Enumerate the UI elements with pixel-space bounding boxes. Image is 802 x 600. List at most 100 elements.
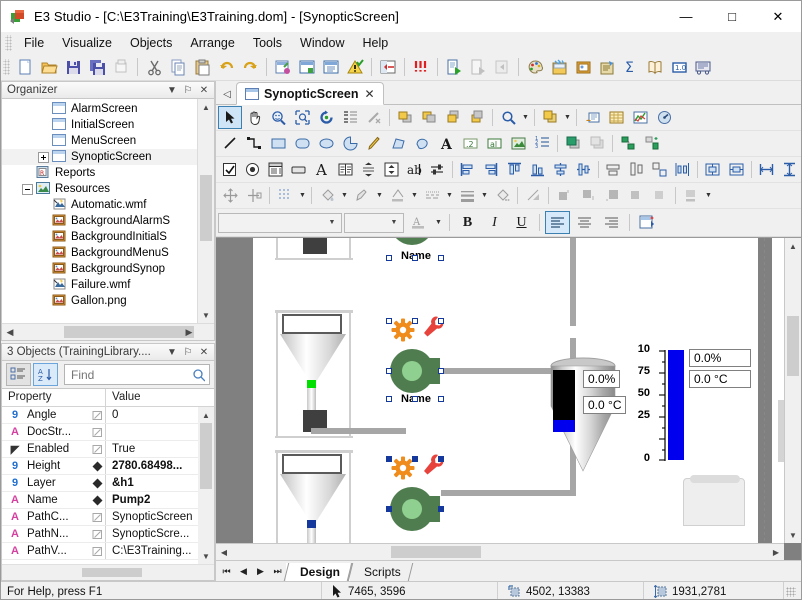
organizer-tree[interactable]: AlarmScreenInitialScreenMenuScreenSynopt… — [2, 99, 197, 323]
canvas-scroll-right-button[interactable]: ▶ — [768, 544, 784, 560]
selection-handle[interactable] — [386, 396, 392, 402]
brush-color-dropdown-icon[interactable]: ▼ — [374, 184, 385, 207]
tab-synopticscreen[interactable]: SynopticScreen ✕ — [236, 82, 384, 105]
menu-arrange[interactable]: Arrange — [181, 34, 243, 52]
italic-button[interactable]: I — [482, 211, 507, 234]
save-icon[interactable] — [61, 56, 85, 79]
text-tool-icon[interactable]: A — [311, 158, 334, 181]
canvas-scroll-down-button[interactable]: ▼ — [785, 527, 801, 543]
border-icon[interactable] — [600, 184, 624, 207]
transparency-icon[interactable] — [521, 184, 545, 207]
property-row[interactable]: APathN...SynopticScre... — [2, 526, 198, 543]
insert-object-icon[interactable] — [271, 56, 295, 79]
polyline-icon[interactable] — [242, 132, 266, 155]
menu-drag-grip[interactable] — [5, 35, 12, 51]
properties-horizontal-scrollbar[interactable] — [2, 564, 214, 580]
properties-find-input[interactable] — [69, 367, 192, 383]
text-box-icon[interactable]: al — [482, 132, 506, 155]
tree-item-menuscreen[interactable]: MenuScreen — [2, 133, 197, 149]
font-size-dropdown-icon[interactable]: ▼ — [387, 219, 401, 226]
line-style-dropdown-icon[interactable]: ▼ — [444, 184, 455, 207]
grid-object-icon[interactable] — [604, 106, 628, 129]
copy-icon[interactable] — [166, 56, 190, 79]
center-horizontally-icon[interactable] — [701, 158, 724, 181]
tank-temperature-value[interactable]: 0.0 °C — [583, 396, 626, 414]
tree-item-automatic-wmf[interactable]: Automatic.wmf — [2, 197, 197, 213]
alarms-icon[interactable] — [409, 56, 433, 79]
synoptic-page-right[interactable] — [772, 238, 784, 543]
tree-item-backgroundalarms[interactable]: BackgroundAlarmS — [2, 213, 197, 229]
list-icon[interactable]: 123 — [530, 132, 554, 155]
organizer-scroll-down-button[interactable]: ▼ — [198, 307, 214, 323]
make-same-width-icon[interactable] — [755, 158, 778, 181]
canvas-vscroll-thumb[interactable] — [787, 316, 799, 376]
organizer-scroll-thumb[interactable] — [200, 175, 212, 241]
properties-scroll-up-button[interactable]: ▲ — [198, 407, 214, 423]
categorized-view-icon[interactable] — [6, 363, 31, 386]
property-row[interactable]: ◤EnabledTrue — [2, 441, 198, 458]
shadow-offset-icon[interactable] — [576, 184, 600, 207]
send-backward-icon[interactable] — [465, 106, 489, 129]
symbols-icon[interactable] — [595, 56, 619, 79]
pan-hand-icon[interactable] — [242, 106, 266, 129]
selection-handle[interactable] — [438, 255, 444, 261]
font-color-icon[interactable]: A — [406, 211, 431, 234]
tree-item-reports[interactable]: RReports — [2, 165, 197, 181]
resize-icon[interactable] — [242, 184, 266, 207]
menu-objects[interactable]: Objects — [121, 34, 181, 52]
group-objects-icon[interactable] — [561, 132, 585, 155]
tree-item-backgroundmenus[interactable]: BackgroundMenuS — [2, 245, 197, 261]
selection-handle[interactable] — [438, 456, 444, 462]
tree-item-synopticscreen[interactable]: SynopticScreen — [2, 149, 197, 165]
property-value[interactable]: True — [106, 443, 198, 455]
collapse-icon[interactable] — [22, 184, 33, 195]
minimize-button[interactable]: — — [663, 1, 709, 32]
dial-object-icon[interactable] — [652, 106, 676, 129]
polygon-icon[interactable] — [386, 132, 410, 155]
underline-button[interactable]: U — [509, 211, 534, 234]
align-bottom-icon[interactable] — [526, 158, 549, 181]
database-icon[interactable] — [691, 56, 715, 79]
same-width-icon[interactable] — [602, 158, 625, 181]
fill-color-dropdown-icon[interactable]: ▼ — [339, 184, 350, 207]
listview-icon[interactable] — [334, 158, 357, 181]
center-vertically-icon[interactable] — [725, 158, 748, 181]
display-field-icon[interactable]: .2 — [458, 132, 482, 155]
canvas-scroll-left-button[interactable]: ◀ — [216, 544, 232, 560]
chart-object-icon[interactable] — [628, 106, 652, 129]
group-icon[interactable] — [538, 106, 562, 129]
save-all-icon[interactable] — [85, 56, 109, 79]
line-color-icon[interactable] — [385, 184, 409, 207]
organizer-vertical-scrollbar[interactable]: ▲ ▼ — [197, 99, 214, 323]
align-center-h-icon[interactable] — [549, 158, 572, 181]
zoom-level-icon[interactable] — [496, 106, 520, 129]
tree-item-alarmscreen[interactable]: AlarmScreen — [2, 101, 197, 117]
grid-dropdown-icon[interactable]: ▼ — [297, 184, 308, 207]
pump-3[interactable] — [386, 486, 444, 536]
properties-scroll-thumb[interactable] — [200, 423, 212, 489]
properties-hscroll-thumb[interactable] — [82, 568, 142, 577]
zoom-icon[interactable] — [266, 106, 290, 129]
freeform-icon[interactable] — [410, 132, 434, 155]
properties-list-icon[interactable] — [338, 106, 362, 129]
formula-icon[interactable]: Σ — [619, 56, 643, 79]
screen-object-icon[interactable] — [580, 106, 604, 129]
property-row[interactable]: ADocStr... — [2, 424, 198, 441]
same-height-icon[interactable] — [625, 158, 648, 181]
properties-pin-button[interactable]: ⚐ — [180, 344, 196, 360]
selection-handle[interactable] — [386, 506, 392, 512]
send-to-back-icon[interactable] — [417, 106, 441, 129]
cut-icon[interactable] — [142, 56, 166, 79]
canvas-horizontal-scrollbar[interactable]: ◀ ▶ — [216, 543, 784, 560]
selection-handle[interactable] — [386, 255, 392, 261]
organizer-close-button[interactable]: ✕ — [196, 82, 212, 98]
pencil-icon[interactable] — [362, 132, 386, 155]
property-row[interactable]: APathV...C:\E3Training... — [2, 543, 198, 560]
property-row[interactable]: APathC...SynopticScreen — [2, 509, 198, 526]
organizer-horizontal-scrollbar[interactable]: ◀ ▶ — [2, 323, 214, 340]
menu-visualize[interactable]: Visualize — [53, 34, 121, 52]
run-icon[interactable] — [442, 56, 466, 79]
tank-percent-value[interactable]: 0.0% — [583, 370, 620, 388]
text-icon[interactable]: A — [434, 132, 458, 155]
gauge-temperature-value[interactable]: 0.0 °C — [689, 370, 751, 388]
